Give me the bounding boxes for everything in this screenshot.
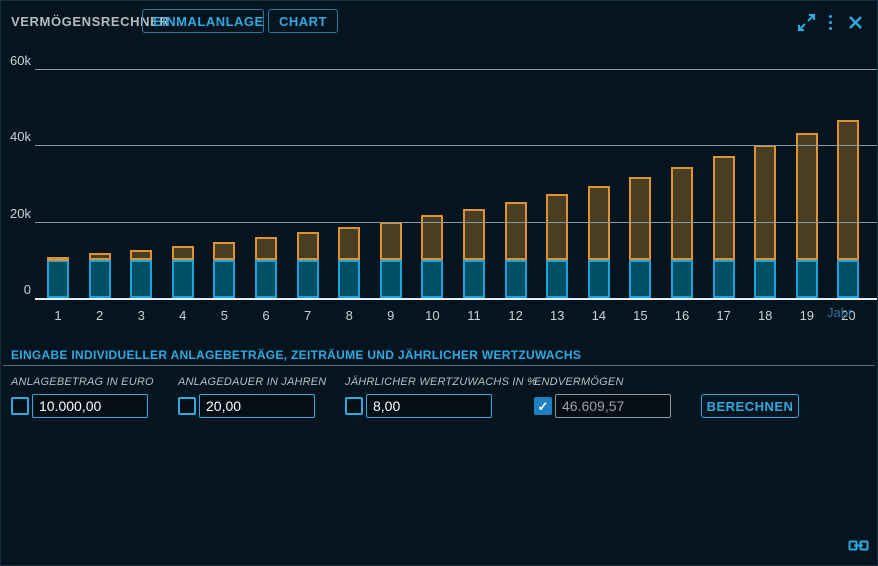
bar-segment-anlagebetrag <box>505 260 527 298</box>
bar-segment-wertzuwachs <box>463 209 485 260</box>
y-tick-label: 20k <box>1 206 31 221</box>
bar-segment-anlagebetrag <box>380 260 402 298</box>
bar-segment-anlagebetrag <box>754 260 776 298</box>
x-tick-label: 8 <box>333 308 365 323</box>
wertzuwachs-label: JÄHRLICHER WERTZUWACHS IN % <box>345 376 537 388</box>
anlagebetrag-label: ANLAGEBETRAG IN EURO <box>11 376 154 388</box>
gridline <box>35 145 877 146</box>
x-tick-label: 6 <box>250 308 282 323</box>
bar-segment-anlagebetrag <box>463 260 485 298</box>
bar-segment-anlagebetrag <box>47 260 69 298</box>
bar-segment-anlagebetrag <box>713 260 735 298</box>
y-tick-label: 60k <box>1 53 31 68</box>
header: VERMÖGENSRECHNER EINMALANLAGE CHART <box>1 1 877 41</box>
x-tick-label: 3 <box>125 308 157 323</box>
x-tick-label: 12 <box>500 308 532 323</box>
kebab-menu-icon <box>829 15 832 30</box>
bar-segment-wertzuwachs <box>172 246 194 260</box>
bar-segment-anlagebetrag <box>671 260 693 298</box>
anlagedauer-input[interactable] <box>199 394 315 418</box>
x-tick-label: 15 <box>624 308 656 323</box>
bar-segment-wertzuwachs <box>546 194 568 260</box>
x-axis-line <box>35 298 877 300</box>
gridline <box>35 222 877 223</box>
anlagedauer-checkbox[interactable] <box>178 397 196 415</box>
bar-segment-wertzuwachs <box>47 257 69 261</box>
wealth-bar-chart: 020k40k60k123456789101112131415161718192… <box>1 45 878 337</box>
bar-segment-anlagebetrag <box>629 260 651 298</box>
bar-segment-anlagebetrag <box>421 260 443 298</box>
close-icon <box>848 15 863 30</box>
x-tick-label: 18 <box>749 308 781 323</box>
wertzuwachs-checkbox[interactable] <box>345 397 363 415</box>
endvermoegen-label: ENDVERMÖGEN <box>534 376 624 388</box>
x-tick-label: 9 <box>375 308 407 323</box>
endvermoegen-checkbox[interactable]: ✓ <box>534 397 552 415</box>
x-tick-label: 13 <box>541 308 573 323</box>
endvermoegen-input[interactable] <box>555 394 671 418</box>
bar-segment-wertzuwachs <box>255 237 277 259</box>
bar-segment-wertzuwachs <box>297 232 319 259</box>
bar-segment-wertzuwachs <box>213 242 235 260</box>
bar-segment-anlagebetrag <box>796 260 818 298</box>
bar-segment-anlagebetrag <box>546 260 568 298</box>
bar-segment-wertzuwachs <box>671 167 693 260</box>
bar-segment-wertzuwachs <box>505 202 527 260</box>
view-dropdown[interactable]: CHART <box>268 9 338 33</box>
anlageart-dropdown[interactable]: EINMALANLAGE <box>142 9 264 33</box>
bar-segment-wertzuwachs <box>338 227 360 260</box>
bar-segment-anlagebetrag <box>297 260 319 298</box>
link-button[interactable] <box>848 538 869 553</box>
x-tick-label: 11 <box>458 308 490 323</box>
bar-segment-wertzuwachs <box>588 186 610 260</box>
expand-button[interactable] <box>795 11 817 33</box>
bar-segment-wertzuwachs <box>130 250 152 260</box>
bar-segment-wertzuwachs <box>796 133 818 260</box>
bar-segment-anlagebetrag <box>172 260 194 298</box>
x-tick-label: 4 <box>167 308 199 323</box>
anlagebetrag-checkbox[interactable] <box>11 397 29 415</box>
bar-segment-wertzuwachs <box>380 222 402 260</box>
chain-link-icon <box>848 538 869 553</box>
bar-segment-anlagebetrag <box>89 260 111 298</box>
form-section-title: EINGABE INDIVIDUELLER ANLAGEBETRÄGE, ZEI… <box>11 348 581 362</box>
bar-segment-anlagebetrag <box>338 260 360 298</box>
x-tick-label: 14 <box>583 308 615 323</box>
anlagedauer-label: ANLAGEDAUER IN JAHREN <box>178 376 326 388</box>
wertzuwachs-input[interactable] <box>366 394 492 418</box>
x-tick-label: 16 <box>666 308 698 323</box>
bar-segment-anlagebetrag <box>255 260 277 298</box>
x-tick-label: 5 <box>208 308 240 323</box>
bar-segment-wertzuwachs <box>713 156 735 259</box>
x-tick-label: 1 <box>42 308 74 323</box>
bar-segment-wertzuwachs <box>89 253 111 259</box>
bar-segment-wertzuwachs <box>754 145 776 260</box>
x-axis-title: Jahr <box>827 305 852 320</box>
bar-segment-anlagebetrag <box>837 260 859 298</box>
x-tick-label: 2 <box>84 308 116 323</box>
bar-segment-anlagebetrag <box>588 260 610 298</box>
y-tick-label: 40k <box>1 129 31 144</box>
bar-segment-anlagebetrag <box>213 260 235 298</box>
x-tick-label: 10 <box>416 308 448 323</box>
bar-segment-anlagebetrag <box>130 260 152 298</box>
anlagebetrag-input[interactable] <box>32 394 148 418</box>
x-tick-label: 7 <box>292 308 324 323</box>
gridline <box>35 69 877 70</box>
berechnen-button[interactable]: BERECHNEN <box>701 394 799 418</box>
close-button[interactable] <box>844 11 866 33</box>
view-dropdown-label: CHART <box>279 14 327 29</box>
section-divider <box>3 365 875 366</box>
x-tick-label: 19 <box>791 308 823 323</box>
y-tick-label: 0 <box>1 282 31 297</box>
anlageart-dropdown-label: EINMALANLAGE <box>153 14 264 29</box>
bar-segment-wertzuwachs <box>629 177 651 260</box>
vermoegensrechner-window: VERMÖGENSRECHNER EINMALANLAGE CHART <box>0 0 878 566</box>
bar-segment-wertzuwachs <box>837 120 859 260</box>
menu-button[interactable] <box>819 11 841 33</box>
x-tick-label: 17 <box>708 308 740 323</box>
expand-icon <box>797 13 816 32</box>
